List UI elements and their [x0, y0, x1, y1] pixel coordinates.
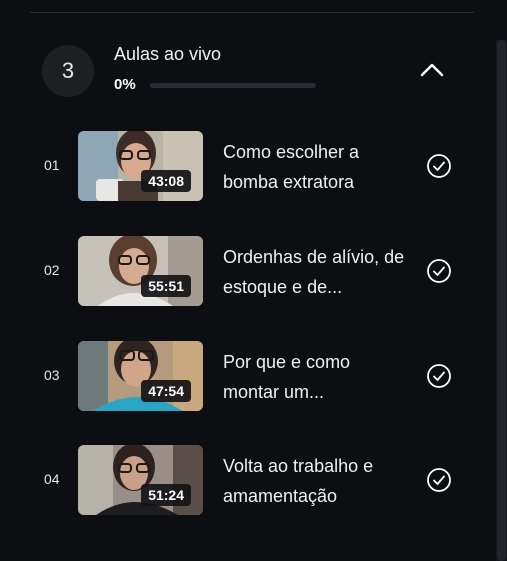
- lesson-item[interactable]: 02 55:51 Ordenhas de alívio, de estoque …: [30, 236, 470, 308]
- lesson-title[interactable]: Como escolher a bomba extratora: [223, 137, 408, 197]
- lesson-thumbnail[interactable]: 55:51: [78, 236, 203, 306]
- check-circle-icon: [427, 364, 451, 388]
- check-circle-icon: [427, 468, 451, 492]
- lesson-number: 04: [44, 471, 60, 487]
- chevron-up-icon: [420, 63, 444, 77]
- check-circle-icon: [427, 259, 451, 283]
- lesson-thumbnail[interactable]: 51:24: [78, 445, 203, 515]
- module-progress-bar: [150, 83, 316, 88]
- lesson-duration: 43:08: [141, 170, 191, 192]
- module-title: Aulas ao vivo: [114, 44, 222, 64]
- lesson-item[interactable]: 01 43:08 Como escolher a bomba extratora: [30, 131, 470, 203]
- lesson-thumbnail[interactable]: 47:54: [78, 341, 203, 411]
- scrollbar-thumb[interactable]: [497, 40, 506, 561]
- divider: [30, 12, 474, 13]
- module-number-badge: 3: [42, 45, 94, 97]
- collapse-module-button[interactable]: [416, 56, 448, 84]
- lesson-duration: 55:51: [141, 275, 191, 297]
- course-module-panel: 3 Aulas ao vivo 0% 01 43:08 Como escolhe…: [0, 0, 507, 561]
- lesson-number: 02: [44, 262, 60, 278]
- lesson-duration: 51:24: [141, 484, 191, 506]
- lesson-item[interactable]: 04 51:24 Volta ao trabalho e amamentação: [30, 445, 470, 517]
- lesson-thumbnail[interactable]: 43:08: [78, 131, 203, 201]
- lesson-title[interactable]: Por que e como montar um...: [223, 347, 408, 407]
- lesson-title[interactable]: Volta ao trabalho e amamentação: [223, 451, 408, 511]
- lesson-item[interactable]: 03 47:54 Por que e como montar um...: [30, 341, 470, 413]
- check-circle-icon: [427, 154, 451, 178]
- module-header[interactable]: 3 Aulas ao vivo 0%: [30, 30, 470, 110]
- lesson-duration: 47:54: [141, 380, 191, 402]
- module-progress-text: 0%: [114, 76, 136, 93]
- lesson-title[interactable]: Ordenhas de alívio, de estoque e de...: [223, 242, 408, 302]
- lesson-number: 03: [44, 367, 60, 383]
- lesson-number: 01: [44, 157, 60, 173]
